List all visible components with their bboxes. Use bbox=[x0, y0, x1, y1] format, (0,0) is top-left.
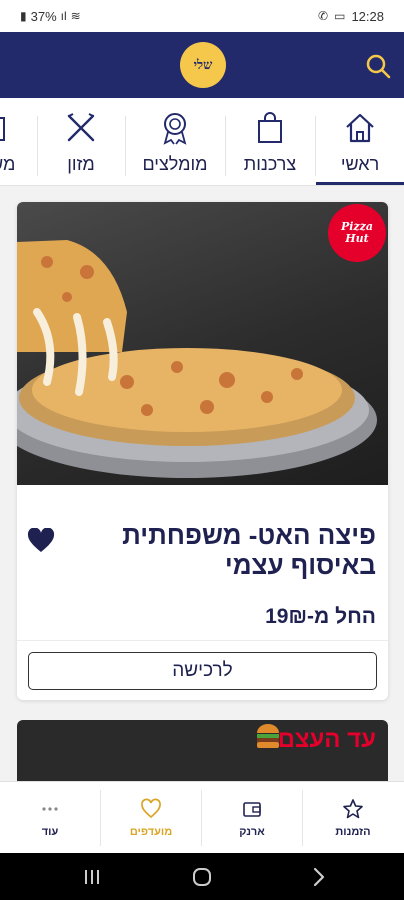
wifi-icon: ≋ bbox=[70, 9, 81, 23]
heart-outline-icon bbox=[141, 798, 161, 819]
nav-more[interactable]: עוד bbox=[0, 782, 100, 854]
heart-icon[interactable] bbox=[27, 528, 55, 554]
phone-icon: ✆ bbox=[318, 9, 329, 23]
status-bar: ▮ 37% ıl ≋ ✆ ▭ 12:28 bbox=[0, 0, 404, 32]
clock: 12:28 bbox=[351, 8, 384, 24]
award-icon bbox=[163, 113, 187, 145]
nav-orders[interactable]: הזמנות bbox=[303, 782, 403, 854]
more-dots-icon bbox=[42, 807, 58, 811]
product-card-partial[interactable]: עד העצם bbox=[17, 720, 388, 790]
buy-button[interactable]: לרכישה bbox=[28, 652, 377, 690]
shopping-bag-icon bbox=[258, 112, 282, 143]
fork-knife-icon bbox=[67, 113, 95, 142]
product-price: החל מ-19₪ bbox=[265, 605, 376, 628]
nav-orders-label: הזמנות bbox=[335, 826, 371, 838]
tab-food[interactable]: מזון bbox=[38, 110, 124, 182]
system-navigation-bar bbox=[0, 853, 404, 900]
battery-icon: ▮ bbox=[20, 9, 27, 23]
burger-icon bbox=[257, 724, 279, 748]
back-icon[interactable] bbox=[304, 863, 332, 891]
signal-icon: ıl bbox=[60, 9, 67, 23]
wallet-icon bbox=[243, 802, 261, 817]
tab-more[interactable]: מש bbox=[0, 110, 36, 182]
more-category-icon bbox=[0, 117, 5, 141]
nav-wallet[interactable]: ארנק bbox=[202, 782, 302, 854]
card-divider bbox=[17, 640, 388, 641]
brand-line2: Hut bbox=[345, 232, 369, 245]
status-left: ▮ 37% ıl ≋ bbox=[20, 9, 81, 24]
search-icon[interactable] bbox=[364, 52, 392, 80]
tab-recommended-label: מומלצים bbox=[142, 154, 208, 174]
tab-home-label: ראשי bbox=[340, 154, 380, 174]
tab-divider bbox=[125, 116, 126, 176]
app-logo[interactable]: שלי bbox=[180, 42, 226, 88]
nav-favorites[interactable]: מועדפים bbox=[101, 782, 201, 854]
product-image[interactable]: Pizza Hut bbox=[17, 202, 388, 485]
tab-home[interactable]: ראשי bbox=[316, 110, 404, 182]
star-icon bbox=[343, 799, 363, 819]
recent-apps-icon[interactable] bbox=[78, 863, 106, 891]
logo-text: שלי bbox=[193, 58, 213, 73]
product-title: פיצה האט- משפחתית באיסוף עצמי bbox=[122, 520, 376, 580]
nav-favorites-label: מועדפים bbox=[129, 826, 173, 838]
battery-level: 37% bbox=[30, 8, 57, 24]
nav-divider bbox=[201, 790, 202, 846]
nav-more-label: עוד bbox=[41, 826, 59, 838]
app-header: שלי bbox=[0, 32, 404, 98]
promo-headline: עד העצם bbox=[277, 726, 376, 753]
nav-wallet-label: ארנק bbox=[239, 826, 265, 838]
tab-recommended[interactable]: מומלצים bbox=[126, 110, 224, 182]
nav-divider bbox=[100, 790, 101, 846]
tab-divider bbox=[225, 116, 226, 176]
screen-icon: ▭ bbox=[334, 9, 346, 23]
home-button-icon[interactable] bbox=[188, 863, 216, 891]
tab-divider bbox=[37, 116, 38, 176]
nav-divider bbox=[302, 790, 303, 846]
tab-shopping-label: צרכנות bbox=[243, 154, 297, 174]
active-tab-indicator bbox=[316, 182, 404, 185]
tab-divider bbox=[315, 116, 316, 176]
home-icon bbox=[346, 113, 374, 143]
pizza-hut-logo: Pizza Hut bbox=[328, 204, 386, 262]
tab-shopping[interactable]: צרכנות bbox=[226, 110, 314, 182]
category-tabs: ראשי צרכנות מומלצים מזון מש bbox=[0, 98, 404, 186]
bottom-navigation: הזמנות ארנק מועדפים עוד bbox=[0, 781, 404, 853]
tab-food-label: מזון bbox=[67, 154, 95, 174]
product-card[interactable]: Pizza Hut פיצה האט- משפחתית באיסוף עצמי … bbox=[17, 202, 388, 700]
tab-more-label: מש bbox=[0, 154, 16, 174]
status-right: ✆ ▭ 12:28 bbox=[318, 9, 384, 24]
